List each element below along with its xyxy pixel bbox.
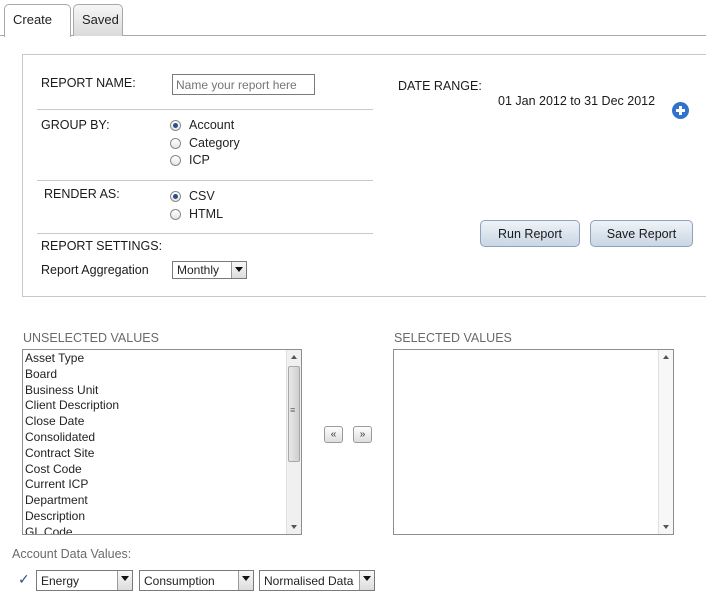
- report-aggregation-label: Report Aggregation: [41, 263, 149, 277]
- group-by-option-label: ICP: [189, 153, 210, 167]
- report-name-input[interactable]: [172, 74, 315, 95]
- report-settings-label: REPORT SETTINGS:: [41, 239, 163, 253]
- radio-selected-icon: [170, 119, 181, 131]
- tab-create[interactable]: Create: [4, 4, 71, 37]
- report-aggregation-value: Monthly: [177, 263, 220, 277]
- account-data-values-label: Account Data Values:: [12, 547, 132, 561]
- energy-select-value: Energy: [41, 574, 80, 588]
- add-date-range-icon[interactable]: [672, 102, 689, 119]
- list-item[interactable]: Close Date: [23, 414, 285, 430]
- normalised-data-select[interactable]: Normalised Data: [259, 570, 375, 591]
- radio-unselected-icon: [170, 154, 181, 166]
- render-as-option-label: HTML: [189, 207, 224, 221]
- selected-scrollbar[interactable]: [658, 350, 673, 534]
- chevron-down-icon: [117, 571, 132, 590]
- normalised-data-select-value: Normalised Data: [264, 574, 354, 588]
- chevron-down-icon: [238, 571, 253, 590]
- radio-selected-icon: [170, 190, 181, 202]
- move-left-button[interactable]: «: [324, 426, 343, 443]
- list-item[interactable]: Description: [23, 509, 285, 525]
- tab-saved[interactable]: Saved: [73, 4, 123, 36]
- list-item[interactable]: GL Code: [23, 525, 285, 534]
- selected-values-list[interactable]: [393, 349, 674, 535]
- consumption-select[interactable]: Consumption: [139, 570, 254, 591]
- radio-unselected-icon: [170, 208, 181, 220]
- group-by-option-label: Account: [189, 118, 235, 132]
- group-by-account-radio[interactable]: Account: [170, 118, 234, 132]
- tab-bar: Create Saved: [0, 0, 706, 37]
- group-by-option-label: Category: [189, 136, 240, 150]
- checkmark-icon: ✓: [18, 571, 30, 587]
- list-item[interactable]: Current ICP: [23, 477, 285, 493]
- list-item[interactable]: Business Unit: [23, 383, 285, 399]
- report-settings-panel: REPORT NAME: GROUP BY: Account Category …: [22, 54, 706, 297]
- render-as-option-label: CSV: [189, 189, 215, 203]
- selected-items: [394, 350, 657, 534]
- list-item[interactable]: Board: [23, 367, 285, 383]
- group-by-icp-radio[interactable]: ICP: [170, 153, 210, 167]
- chevron-down-icon: [231, 262, 246, 278]
- list-item[interactable]: Client Description: [23, 398, 285, 414]
- move-right-button[interactable]: »: [353, 426, 372, 443]
- radio-unselected-icon: [170, 137, 181, 149]
- group-by-category-radio[interactable]: Category: [170, 136, 240, 150]
- selected-values-label: SELECTED VALUES: [394, 331, 512, 345]
- divider: [37, 109, 373, 110]
- unselected-values-list[interactable]: Asset Type Board Business Unit Client Descr…: [22, 349, 302, 535]
- render-as-label: RENDER AS:: [44, 187, 120, 201]
- divider: [37, 233, 373, 234]
- list-item[interactable]: Asset Type: [23, 351, 285, 367]
- unselected-items: Asset Type Board Business Unit Client Descr…: [23, 350, 285, 534]
- group-by-label: GROUP BY:: [41, 118, 110, 132]
- report-name-label: REPORT NAME:: [41, 76, 136, 90]
- energy-select[interactable]: Energy: [36, 570, 133, 591]
- consumption-select-value: Consumption: [144, 574, 215, 588]
- render-as-csv-radio[interactable]: CSV: [170, 189, 215, 203]
- unselected-values-label: UNSELECTED VALUES: [23, 331, 159, 345]
- date-range-value[interactable]: 01 Jan 2012 to 31 Dec 2012: [498, 94, 655, 108]
- list-item[interactable]: Consolidated: [23, 430, 285, 446]
- chevron-down-icon: [359, 571, 374, 590]
- list-item[interactable]: Contract Site: [23, 446, 285, 462]
- scroll-down-icon[interactable]: [659, 519, 673, 534]
- divider: [37, 180, 373, 181]
- scroll-down-icon[interactable]: [287, 519, 301, 534]
- save-report-button[interactable]: Save Report: [590, 220, 693, 247]
- list-item[interactable]: Cost Code: [23, 462, 285, 478]
- list-item[interactable]: Department: [23, 493, 285, 509]
- date-range-label: DATE RANGE:: [398, 79, 482, 93]
- render-as-html-radio[interactable]: HTML: [170, 207, 223, 221]
- report-aggregation-select[interactable]: Monthly: [172, 261, 247, 279]
- run-report-button[interactable]: Run Report: [480, 220, 580, 247]
- scroll-up-icon[interactable]: [287, 350, 301, 365]
- scroll-up-icon[interactable]: [659, 350, 673, 365]
- unselected-scrollbar[interactable]: [286, 350, 301, 534]
- scroll-thumb[interactable]: [288, 366, 300, 462]
